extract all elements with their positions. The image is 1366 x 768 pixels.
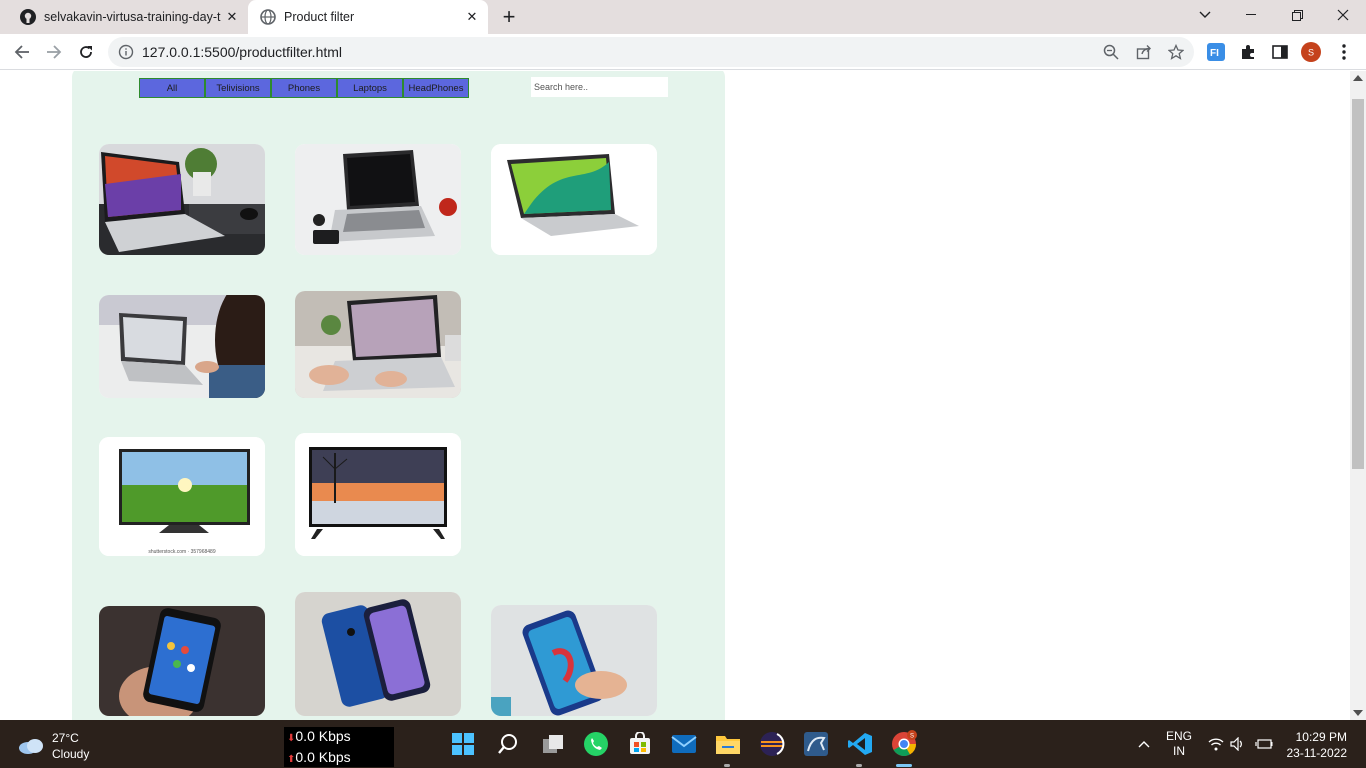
filter-laptops-button[interactable]: Laptops (337, 78, 403, 98)
forward-button[interactable] (40, 38, 68, 66)
upload-speed: 0.0 Kbps (295, 749, 351, 765)
browser-toolbar: 127.0.0.1:5500/productfilter.html FI S (0, 34, 1366, 70)
reload-button[interactable] (72, 38, 100, 66)
tab-github[interactable]: selvakavin-virtusa-training-day-t ✕ (8, 0, 248, 34)
page-scrollbar[interactable] (1350, 71, 1366, 720)
filter-phones-button[interactable]: Phones (271, 78, 337, 98)
mysql-workbench-icon[interactable] (800, 728, 832, 760)
product-card-phone[interactable] (491, 605, 657, 716)
eclipse-icon[interactable] (756, 728, 788, 760)
svg-text:S: S (910, 734, 914, 740)
extension-fi-icon[interactable]: FI (1206, 42, 1226, 62)
mail-icon[interactable] (668, 728, 700, 760)
product-card-laptop[interactable] (99, 295, 265, 398)
windows-start-icon[interactable] (447, 728, 479, 760)
scrollbar-thumb[interactable] (1352, 99, 1364, 469)
task-view-icon[interactable] (537, 728, 569, 760)
close-tab-icon[interactable]: ✕ (462, 7, 482, 27)
back-button[interactable] (8, 38, 36, 66)
language-indicator[interactable]: ENG IN (1162, 720, 1196, 768)
weather-condition: Cloudy (52, 747, 90, 761)
extensions-puzzle-icon[interactable] (1238, 42, 1258, 62)
globe-icon (260, 9, 276, 25)
search-icon[interactable] (492, 728, 524, 760)
profile-avatar[interactable]: S (1301, 42, 1321, 62)
windows-taskbar: 27°C Cloudy ⬇0.0 Kbps ⬆0.0 Kbps S ENG IN… (0, 720, 1366, 768)
github-icon (20, 9, 36, 25)
weather-widget[interactable]: 27°C Cloudy (18, 730, 89, 762)
tab-search-icon[interactable] (1182, 0, 1228, 30)
page-viewport: All Telivisions Phones Laptops HeadPhone… (0, 71, 1350, 720)
filter-all-button[interactable]: All (139, 78, 205, 98)
minimize-button[interactable] (1228, 0, 1274, 30)
zoom-icon[interactable] (1102, 43, 1120, 61)
share-icon[interactable] (1135, 43, 1153, 61)
wifi-icon[interactable] (1206, 720, 1226, 768)
svg-text:S: S (1308, 48, 1314, 58)
product-card-television[interactable]: shutterstock.com · 357968489 (99, 437, 265, 556)
scroll-up-arrow-icon[interactable] (1353, 75, 1363, 81)
laptop-with-apple-and-phone-image (295, 144, 461, 255)
product-card-television[interactable] (295, 433, 461, 556)
clock-time: 10:29 PM (1295, 730, 1347, 744)
menu-kebab-icon[interactable] (1334, 42, 1354, 62)
product-card-phone[interactable] (295, 592, 461, 716)
cloud-icon (19, 739, 43, 754)
filter-button-group: All Telivisions Phones Laptops HeadPhone… (139, 78, 469, 98)
woman-using-laptop-image (99, 295, 265, 398)
microsoft-store-icon[interactable] (624, 728, 656, 760)
system-clock[interactable]: 10:29 PM 23-11-2022 (1283, 729, 1348, 761)
tab-strip: selvakavin-virtusa-training-day-t ✕ Prod… (0, 0, 1366, 34)
download-speed: 0.0 Kbps (295, 728, 351, 744)
hand-holding-iphone-image (99, 606, 265, 716)
bookmark-star-icon[interactable] (1167, 43, 1185, 61)
new-tab-button[interactable]: + (497, 4, 521, 29)
hand-holding-android-phone-image (491, 605, 657, 716)
image-caption: shutterstock.com · 357968489 (148, 549, 215, 555)
filter-headphones-button[interactable]: HeadPhones (403, 78, 469, 98)
search-input[interactable] (531, 77, 668, 97)
vscode-icon[interactable] (844, 728, 876, 760)
address-bar[interactable]: 127.0.0.1:5500/productfilter.html (108, 37, 1194, 67)
chrome-icon[interactable]: S (888, 728, 920, 760)
tab-title: selvakavin-virtusa-training-day-t (44, 10, 221, 24)
show-hidden-icons-chevron-icon[interactable] (1134, 720, 1154, 768)
region-code: IN (1173, 744, 1185, 758)
tv-winter-sunset-image (295, 433, 461, 556)
tab-title: Product filter (284, 10, 355, 24)
close-window-button[interactable] (1320, 0, 1366, 30)
language-code: ENG (1165, 729, 1192, 743)
filter-televisions-button[interactable]: Telivisions (205, 78, 271, 98)
restore-button[interactable] (1274, 0, 1320, 30)
chrome-active-indicator (896, 764, 912, 767)
net-speed-meter: ⬇0.0 Kbps ⬆0.0 Kbps (284, 727, 394, 767)
product-filter-panel: All Telivisions Phones Laptops HeadPhone… (72, 71, 725, 720)
product-card-phone[interactable] (99, 606, 265, 716)
url-text: 127.0.0.1:5500/productfilter.html (142, 44, 343, 60)
product-card-laptop[interactable] (295, 144, 461, 255)
product-card-laptop[interactable] (491, 144, 657, 255)
two-oneplus-phones-image (295, 592, 461, 716)
scroll-down-arrow-icon[interactable] (1353, 710, 1363, 716)
site-info-icon[interactable] (118, 44, 134, 60)
svg-text:FI: FI (1210, 48, 1219, 59)
laptop-on-desk-with-plant-image (99, 144, 265, 255)
laptop-green-screen-image (491, 144, 657, 255)
weather-temp: 27°C (52, 731, 79, 745)
explorer-running-indicator (724, 764, 730, 767)
vscode-running-indicator (856, 764, 862, 767)
tab-product-filter[interactable]: Product filter ✕ (248, 0, 488, 34)
battery-icon[interactable] (1254, 720, 1274, 768)
tv-green-field-image: shutterstock.com · 357968489 (99, 437, 265, 556)
product-card-laptop[interactable] (295, 291, 461, 398)
close-tab-icon[interactable]: ✕ (222, 7, 242, 27)
hands-typing-on-laptop-image (295, 291, 461, 398)
product-card-laptop[interactable] (99, 144, 265, 255)
volume-icon[interactable] (1228, 720, 1248, 768)
side-panel-icon[interactable] (1270, 42, 1290, 62)
whatsapp-icon[interactable] (580, 728, 612, 760)
clock-date: 23-11-2022 (1286, 746, 1348, 760)
file-explorer-icon[interactable] (712, 728, 744, 760)
